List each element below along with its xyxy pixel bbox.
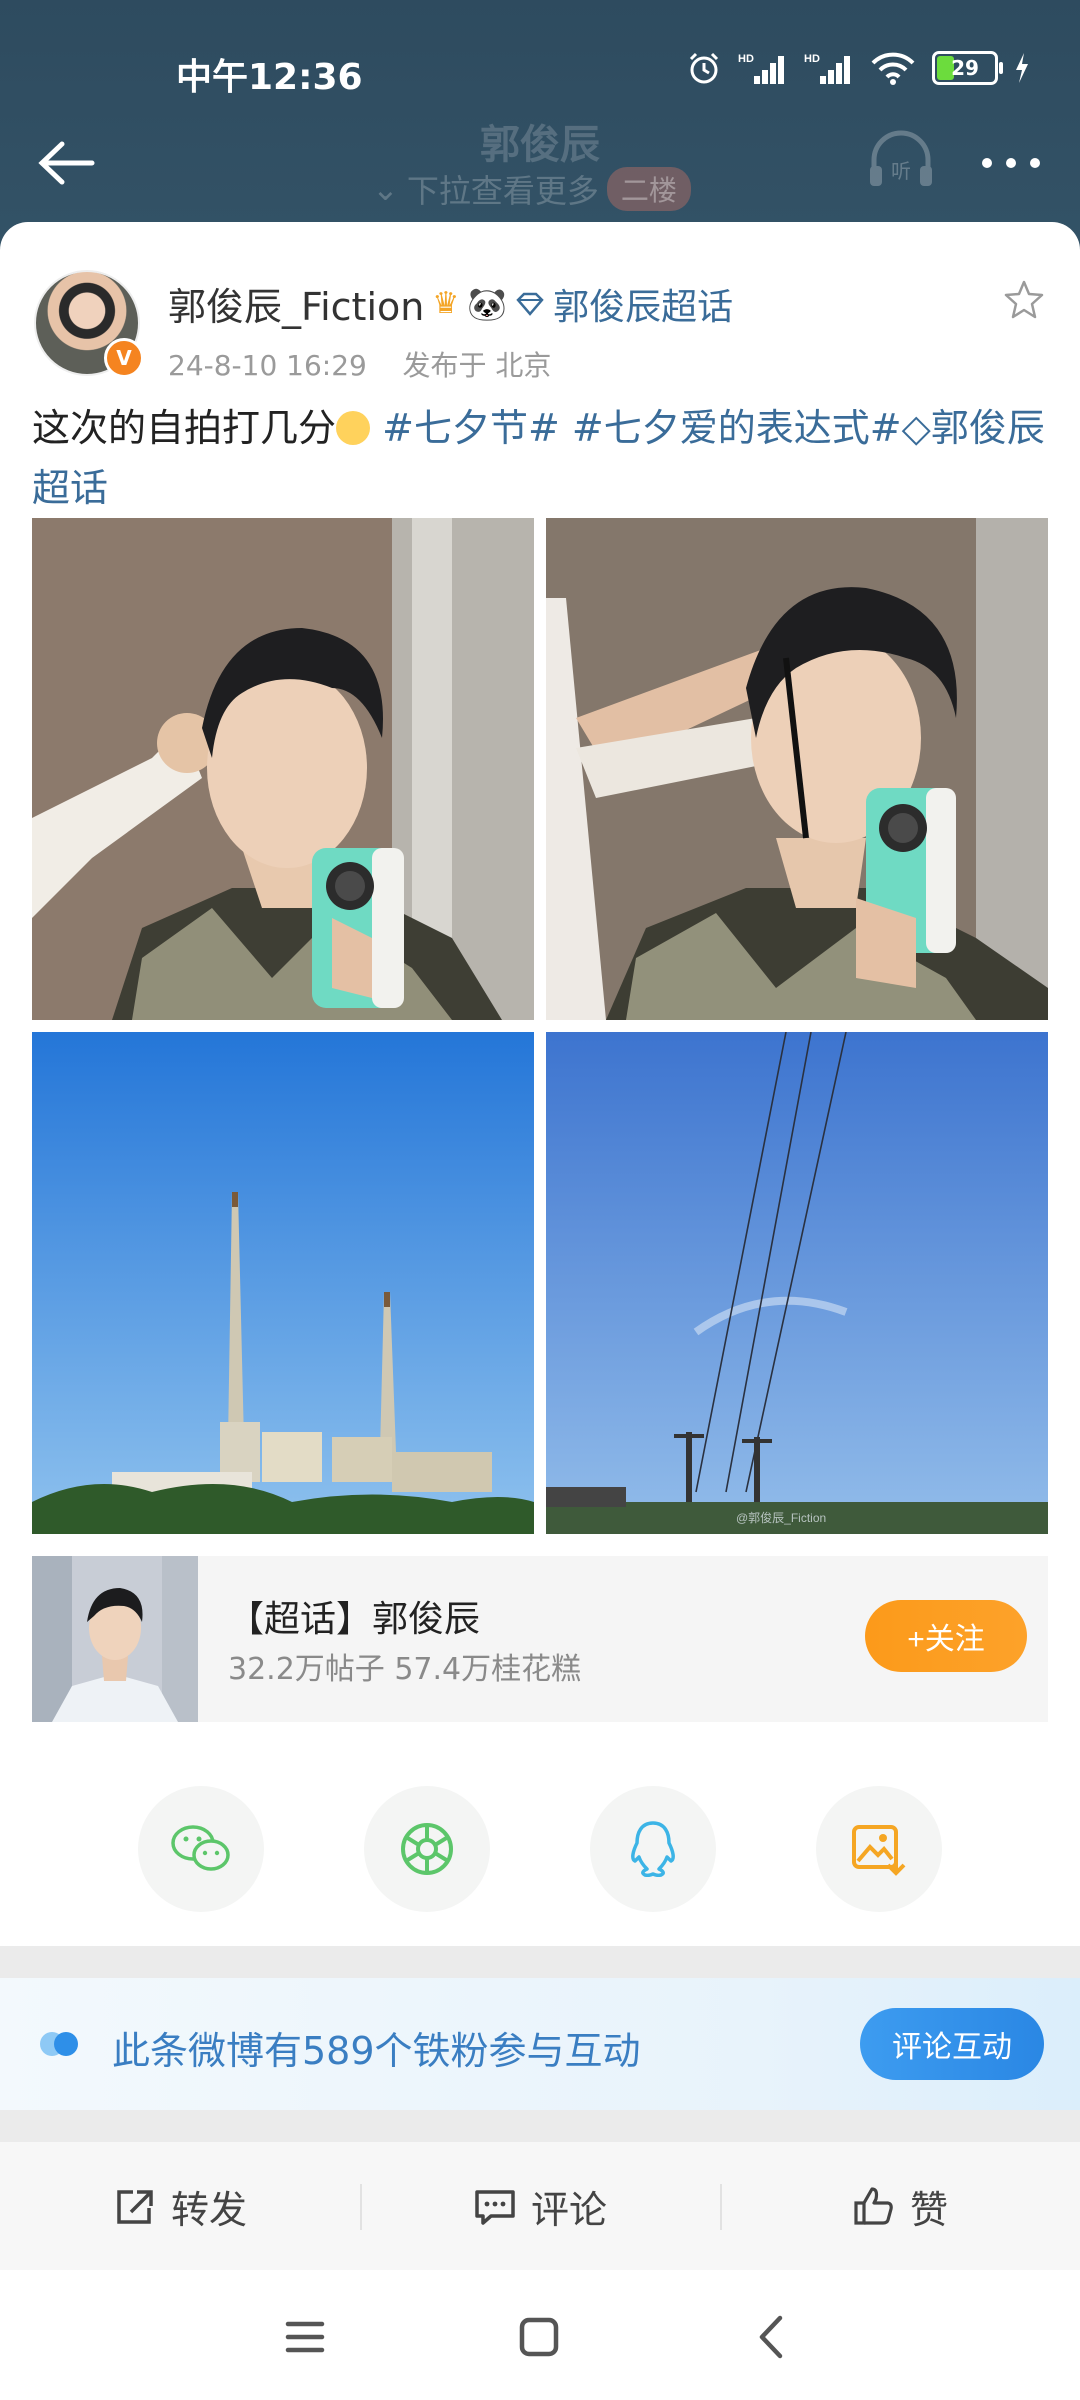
action-bar: 转发 评论 赞 [0,2142,1080,2270]
favorite-star-icon[interactable] [1002,278,1046,322]
repost-icon [117,2190,153,2224]
like-button[interactable]: 赞 [720,2142,1080,2270]
listen-icon[interactable]: 听 [866,130,936,190]
svg-text:HD: HD [738,53,754,65]
fans-interaction-text: 此条微博有589个铁粉参与互动 [112,2029,641,2073]
super-topic-card[interactable]: 【超话】郭俊辰 32.2万帖子 57.4万桂花糕 +关注 [32,1556,1048,1722]
comment-label: 评论 [530,2187,607,2232]
save-image-button[interactable] [816,1786,942,1912]
battery-indicator: 29 [932,51,1003,85]
wifi-icon [871,52,915,85]
crown-icon: ♛ [432,286,460,321]
thumbs-up-icon [854,2187,893,2225]
signal-icon-2: HD [804,53,850,84]
super-topic-diamond-icon: ◇ [901,406,931,450]
photo-1[interactable] [32,518,534,1020]
more-options-icon[interactable] [982,158,1040,168]
qq-icon [631,1821,675,1878]
system-navigation-bar [0,2270,1080,2400]
home-icon[interactable] [514,2312,564,2362]
post-meta: 24-8-10 16:29 发布于 北京 [168,344,551,384]
comment-icon [475,2190,515,2225]
charging-icon [1016,53,1028,83]
share-moments-button[interactable] [364,1786,490,1912]
photo-3[interactable] [32,1032,534,1534]
photo-2[interactable] [546,518,1048,1020]
repost-button[interactable]: 转发 [0,2142,360,2270]
post-author: 郭俊辰_Fiction ♛ 🐼 郭俊辰超话 [168,276,733,331]
share-wechat-button[interactable] [138,1786,264,1912]
floor-badge: 二楼 [606,167,691,211]
wechat-icon [171,1825,230,1871]
comment-interaction-button[interactable]: 评论互动 [860,2008,1044,2080]
alarm-icon [689,52,719,84]
post-text-plain: 这次的自拍打几分 [32,406,337,450]
share-qq-button[interactable] [590,1786,716,1912]
like-label: 赞 [909,2187,948,2232]
chevron-down-icon: ⌄ [372,170,399,208]
photo-4[interactable]: @郭俊辰_Fiction [546,1032,1048,1534]
status-time: 中午12:36 [176,57,363,98]
fans-badge-icon [40,2032,78,2056]
section-divider [0,2110,1080,2142]
status-icons: HD HD 29 [686,50,1030,86]
verified-badge-icon: V [104,338,144,378]
menu-icon[interactable] [280,2312,330,2362]
username[interactable]: 郭俊辰_Fiction [168,276,424,331]
repost-label: 转发 [170,2187,247,2232]
post-timestamp: 24-8-10 16:29 [168,349,367,382]
svg-text:HD: HD [804,53,820,65]
super-topic-stats: 32.2万帖子 57.4万桂花糕 [228,1652,582,1687]
photo-grid: @郭俊辰_Fiction [32,518,1048,1534]
post-text: 这次的自拍打几分 #七夕节# #七夕爱的表达式#◇郭俊辰超话 [32,398,1052,518]
super-topic-title: 【超话】郭俊辰 [228,1599,481,1640]
share-row [0,1786,1080,1912]
super-topic-thumbnail [32,1556,198,1722]
back-icon[interactable] [748,2312,798,2362]
hashtag-link-2[interactable]: #七夕爱的表达式# [572,406,902,450]
post-location: 发布于 北京 [402,349,552,382]
photo-watermark: @郭俊辰_Fiction [736,1510,826,1525]
super-topic-diamond-icon [516,292,544,316]
follow-button[interactable]: +关注 [865,1600,1027,1672]
signal-icon-1: HD [738,53,784,84]
hashtag-link-1[interactable]: #七夕节# [382,406,560,450]
fans-interaction-banner[interactable]: 此条微博有589个铁粉参与互动 评论互动 [0,1978,1080,2110]
panda-icon: 🐼 [467,284,508,323]
comment-button[interactable]: 评论 [360,2142,720,2270]
moments-icon [401,1823,453,1875]
raising-hand-emoji-icon [336,411,371,445]
pull-down-hint[interactable]: ⌄ 下拉查看更多 二楼 [372,166,691,212]
section-divider [0,1946,1080,1978]
super-topic-tag[interactable]: 郭俊辰超话 [553,278,733,330]
svg-text:听: 听 [891,159,911,183]
save-image-icon [852,1825,906,1876]
